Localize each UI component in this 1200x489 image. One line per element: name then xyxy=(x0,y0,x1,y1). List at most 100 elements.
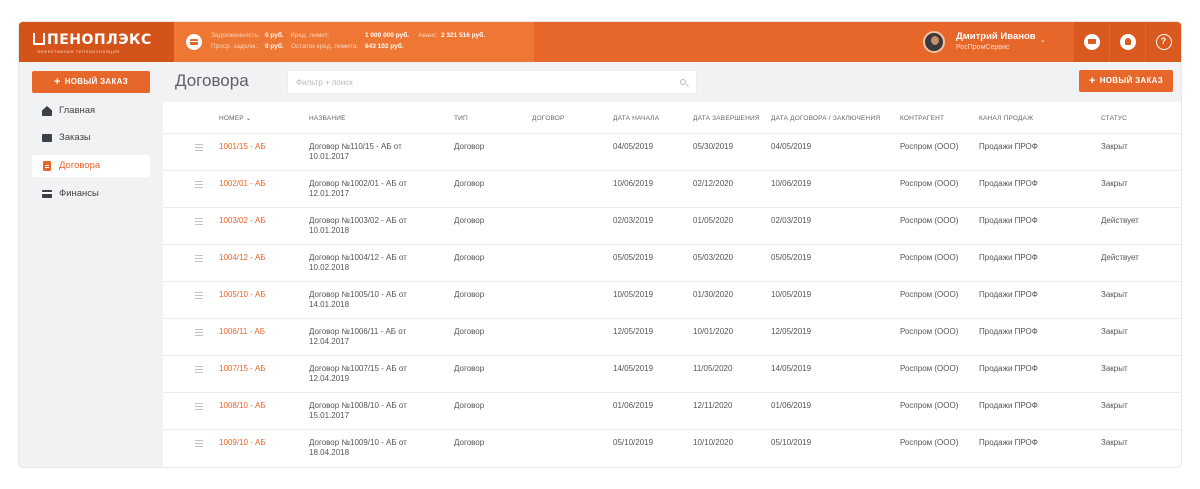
sidebar-item-finance[interactable]: Финансы xyxy=(32,183,150,205)
cell-counterparty: Роспром (ООО) xyxy=(900,401,959,410)
table-row[interactable]: 1005/10 - АБ Договор №1005/10 - АБ от 14… xyxy=(163,281,1181,318)
table-row[interactable]: 1009/10 - АБ Договор №1009/10 - АБ от 18… xyxy=(163,429,1181,466)
chevron-down-icon: ⌄ xyxy=(245,116,252,122)
cell-sales-channel: Продажи ПРОФ xyxy=(979,438,1038,447)
chat-button[interactable] xyxy=(1073,22,1109,62)
user-menu[interactable]: Дмитрий Иванов РосПромСервис ⌄ xyxy=(923,29,1053,55)
help-button[interactable] xyxy=(1145,22,1181,62)
drag-handle-icon[interactable] xyxy=(195,440,203,447)
cell-sales-channel: Продажи ПРОФ xyxy=(979,179,1038,188)
contracts-table: НОМЕР ⌄ НАЗВАНИЕ ТИП ДОГОВОР ДАТА НАЧАЛА … xyxy=(163,102,1181,467)
cell-number[interactable]: 1002/01 - АБ xyxy=(219,179,266,189)
column-header-type[interactable]: ТИП xyxy=(454,115,468,122)
help-icon xyxy=(1156,34,1172,50)
cell-number[interactable]: 1004/12 - АБ xyxy=(219,253,266,263)
cell-number[interactable]: 1001/15 - АБ xyxy=(219,142,266,152)
sidebar-item-home[interactable]: Главная xyxy=(32,100,150,122)
drag-handle-icon[interactable] xyxy=(195,181,203,188)
column-header-name[interactable]: НАЗВАНИЕ xyxy=(309,115,346,122)
document-icon xyxy=(43,161,51,171)
cell-type: Договор xyxy=(454,401,485,410)
avatar xyxy=(923,31,945,53)
cell-name: Договор №110/15 - АБ от 10.01.2017 xyxy=(309,142,402,161)
column-header-start-date[interactable]: ДАТА НАЧАЛА xyxy=(613,115,659,122)
cell-sales-channel: Продажи ПРОФ xyxy=(979,327,1038,336)
credit-summary: Задолженность: 0 руб. Кред. лимит: 1 000… xyxy=(174,22,534,62)
drag-handle-icon[interactable] xyxy=(195,292,203,299)
cell-sales-channel: Продажи ПРОФ xyxy=(979,364,1038,373)
cell-number[interactable]: 1009/10 - АБ xyxy=(219,438,266,448)
debt-value: 0 руб. xyxy=(265,32,284,39)
sidebar-item-label: Заказы xyxy=(59,132,91,143)
cell-number[interactable]: 1003/02 - АБ xyxy=(219,216,266,226)
drag-handle-icon[interactable] xyxy=(195,144,203,151)
cell-counterparty: Роспром (ООО) xyxy=(900,364,959,373)
cell-start-date: 04/05/2019 xyxy=(613,142,654,151)
sidebar-item-contracts[interactable]: Договора xyxy=(32,155,150,177)
cell-start-date: 10/05/2019 xyxy=(613,290,654,299)
overdue-value: 0 руб. xyxy=(265,43,284,50)
cell-status: Действует xyxy=(1101,216,1139,225)
new-order-button-sidebar[interactable]: + НОВЫЙ ЗАКАЗ xyxy=(32,71,150,93)
cell-name: Договор №1007/15 - АБ от 12.04.2019 xyxy=(309,364,407,383)
column-header-number[interactable]: НОМЕР ⌄ xyxy=(219,115,251,122)
cell-end-date: 12/11/2020 xyxy=(693,401,733,410)
page-title: Договора xyxy=(175,71,249,90)
table-header: НОМЕР ⌄ НАЗВАНИЕ ТИП ДОГОВОР ДАТА НАЧАЛА … xyxy=(163,102,1181,136)
cell-sales-channel: Продажи ПРОФ xyxy=(979,216,1038,225)
column-header-conclusion-date[interactable]: ДАТА ДОГОВОРА / ЗАКЛЮЧЕНИЯ xyxy=(771,115,880,122)
drag-handle-icon[interactable] xyxy=(195,218,203,225)
sidebar-item-label: Договора xyxy=(59,160,101,171)
sidebar-item-label: Финансы xyxy=(59,188,99,199)
cell-number[interactable]: 1005/10 - АБ xyxy=(219,290,266,300)
cell-number[interactable]: 1007/15 - АБ xyxy=(219,364,266,374)
cell-start-date: 14/05/2019 xyxy=(613,364,654,373)
drag-handle-icon[interactable] xyxy=(195,329,203,336)
cell-status: Закрыт xyxy=(1101,142,1128,151)
column-header-end-date[interactable]: ДАТА ЗАВЕРШЕНИЯ xyxy=(693,115,760,122)
drag-handle-icon[interactable] xyxy=(195,255,203,262)
new-order-label: НОВЫЙ ЗАКАЗ xyxy=(64,77,129,86)
new-order-button[interactable]: + НОВЫЙ ЗАКАЗ xyxy=(1079,70,1173,92)
table-row[interactable]: 1006/11 - АБ Договор №1006/11 - АБ от 12… xyxy=(163,318,1181,355)
cell-number[interactable]: 1008/10 - АБ xyxy=(219,401,266,411)
table-row[interactable]: 1002/01 - АБ Договор №1002/01 - АБ от 12… xyxy=(163,170,1181,207)
column-header-counterparty[interactable]: КОНТРАГЕНТ xyxy=(900,115,944,122)
cell-type: Договор xyxy=(454,253,485,262)
drag-handle-icon[interactable] xyxy=(195,366,203,373)
cell-type: Договор xyxy=(454,364,485,373)
cell-start-date: 01/06/2019 xyxy=(613,401,654,410)
column-header-status[interactable]: СТАТУС xyxy=(1101,115,1127,122)
briefcase-icon xyxy=(42,134,52,142)
advance-label: Аванс: xyxy=(418,32,438,39)
notifications-button[interactable] xyxy=(1109,22,1145,62)
user-name: Дмитрий Иванов xyxy=(956,31,1036,42)
cell-status: Закрыт xyxy=(1101,327,1128,336)
table-row[interactable]: 1003/02 - АБ Договор №1003/02 - АБ от 10… xyxy=(163,207,1181,244)
cell-status: Закрыт xyxy=(1101,179,1128,188)
user-company: РосПромСервис xyxy=(956,44,1010,51)
cell-counterparty: Роспром (ООО) xyxy=(900,179,959,188)
cell-status: Закрыт xyxy=(1101,364,1128,373)
cell-number[interactable]: 1006/11 - АБ xyxy=(219,327,265,337)
table-row[interactable]: 1007/15 - АБ Договор №1007/15 - АБ от 12… xyxy=(163,355,1181,392)
cell-conclusion-date: 01/06/2019 xyxy=(771,401,812,410)
cell-counterparty: Роспром (ООО) xyxy=(900,327,959,336)
brand-block[interactable]: ПЕНОПЛЭКС ЭФФЕКТИВНАЯ ТЕПЛОИЗОЛЯЦИЯ xyxy=(19,22,174,62)
cell-conclusion-date: 14/05/2019 xyxy=(771,364,812,373)
cell-status: Закрыт xyxy=(1101,290,1128,299)
drag-handle-icon[interactable] xyxy=(195,403,203,410)
table-row[interactable]: 1008/10 - АБ Договор №1008/10 - АБ от 15… xyxy=(163,392,1181,429)
sidebar-item-orders[interactable]: Заказы xyxy=(32,127,150,149)
search-icon[interactable] xyxy=(680,79,686,85)
column-header-sales-channel[interactable]: КАНАЛ ПРОДАЖ xyxy=(979,115,1033,122)
table-row[interactable]: 1004/12 - АБ Договор №1004/12 - АБ от 10… xyxy=(163,244,1181,281)
sidebar-item-label: Главная xyxy=(59,105,96,116)
cell-sales-channel: Продажи ПРОФ xyxy=(979,401,1038,410)
cell-name: Договор №1008/10 - АБ от 15.01.2017 xyxy=(309,401,407,420)
cell-sales-channel: Продажи ПРОФ xyxy=(979,290,1038,299)
column-header-contract[interactable]: ДОГОВОР xyxy=(532,115,565,122)
cell-sales-channel: Продажи ПРОФ xyxy=(979,253,1038,262)
search-input[interactable] xyxy=(296,76,656,89)
table-row[interactable]: 1001/15 - АБ Договор №110/15 - АБ от 10.… xyxy=(163,133,1181,170)
